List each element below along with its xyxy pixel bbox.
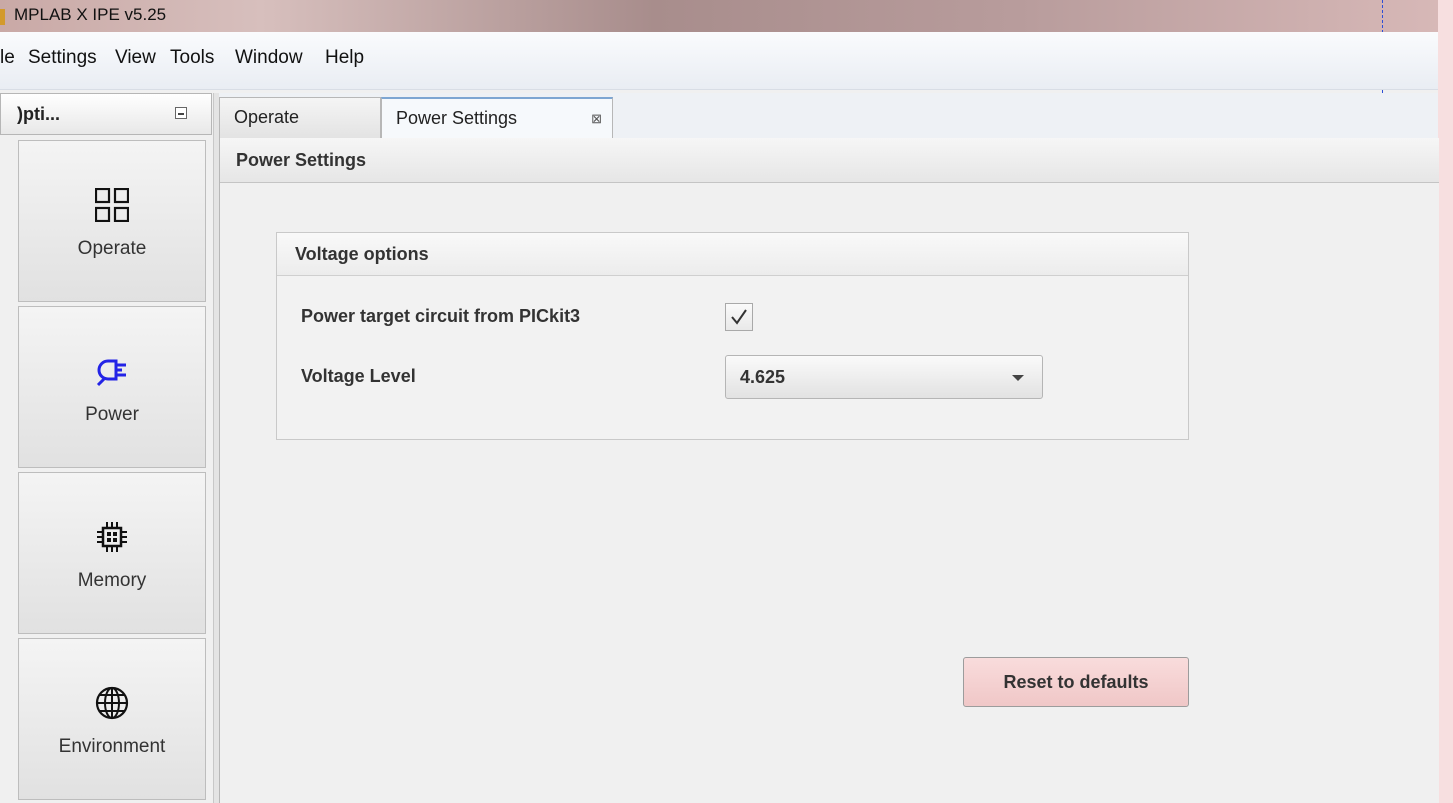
content-header: Power Settings — [220, 138, 1439, 183]
content-panel: Power Settings Voltage options Power tar… — [219, 138, 1439, 803]
menu-help[interactable]: Help — [325, 47, 364, 69]
menu-tools[interactable]: Tools — [170, 47, 214, 69]
left-panel-header: )pti... — [0, 93, 212, 135]
checkmark-icon — [731, 309, 747, 325]
grid-icon — [89, 182, 135, 228]
power-target-label: Power target circuit from PICkit3 — [301, 306, 581, 326]
nav-operate-label: Operate — [77, 238, 147, 259]
plug-icon — [89, 348, 135, 394]
nav-memory-button[interactable]: Memory — [18, 472, 206, 634]
title-bar: MPLAB X IPE v5.25 — [0, 0, 1453, 32]
menu-view[interactable]: View — [115, 47, 156, 69]
tab-operate[interactable]: Operate — [219, 97, 381, 138]
voltage-level-value: 4.625 — [740, 367, 786, 387]
chevron-down-icon — [1012, 375, 1024, 381]
left-panel-title: )pti... — [17, 104, 60, 124]
group-header: Voltage options — [277, 233, 1188, 276]
voltage-level-select[interactable]: 4.625 — [725, 355, 1043, 399]
tab-operate-label: Operate — [234, 107, 300, 127]
chip-icon — [89, 514, 135, 560]
nav-environment-button[interactable]: Environment — [18, 638, 206, 800]
menu-settings[interactable]: Settings — [28, 47, 97, 69]
nav-power-label: Power — [85, 404, 139, 425]
nav-operate-button[interactable]: Operate — [18, 140, 206, 302]
tab-bar: Operate Power Settings ⊠ — [219, 93, 1438, 139]
nav-memory-label: Memory — [77, 570, 147, 591]
page-title: Power Settings — [236, 150, 367, 170]
globe-icon — [89, 680, 135, 726]
tab-power-settings-label: Power Settings — [396, 108, 518, 128]
power-target-checkbox[interactable] — [725, 303, 753, 331]
close-icon[interactable]: ⊠ — [591, 111, 602, 127]
window-title: MPLAB X IPE v5.25 — [14, 5, 167, 24]
nav-power-button[interactable]: Power — [18, 306, 206, 468]
menu-window[interactable]: Window — [235, 47, 303, 69]
menu-bar: le Settings View Tools Window Help — [0, 32, 1438, 90]
voltage-options-group: Voltage options Power target circuit fro… — [276, 232, 1189, 440]
nav-environment-label: Environment — [58, 736, 166, 757]
screen-edge — [1438, 0, 1453, 803]
tab-power-settings[interactable]: Power Settings ⊠ — [381, 97, 613, 138]
group-title: Voltage options — [295, 244, 429, 264]
minimize-icon[interactable] — [175, 107, 187, 119]
menu-file[interactable]: le — [0, 47, 15, 69]
app-icon — [0, 9, 5, 25]
reset-to-defaults-button[interactable]: Reset to defaults — [963, 657, 1189, 707]
voltage-level-label: Voltage Level — [301, 366, 416, 386]
